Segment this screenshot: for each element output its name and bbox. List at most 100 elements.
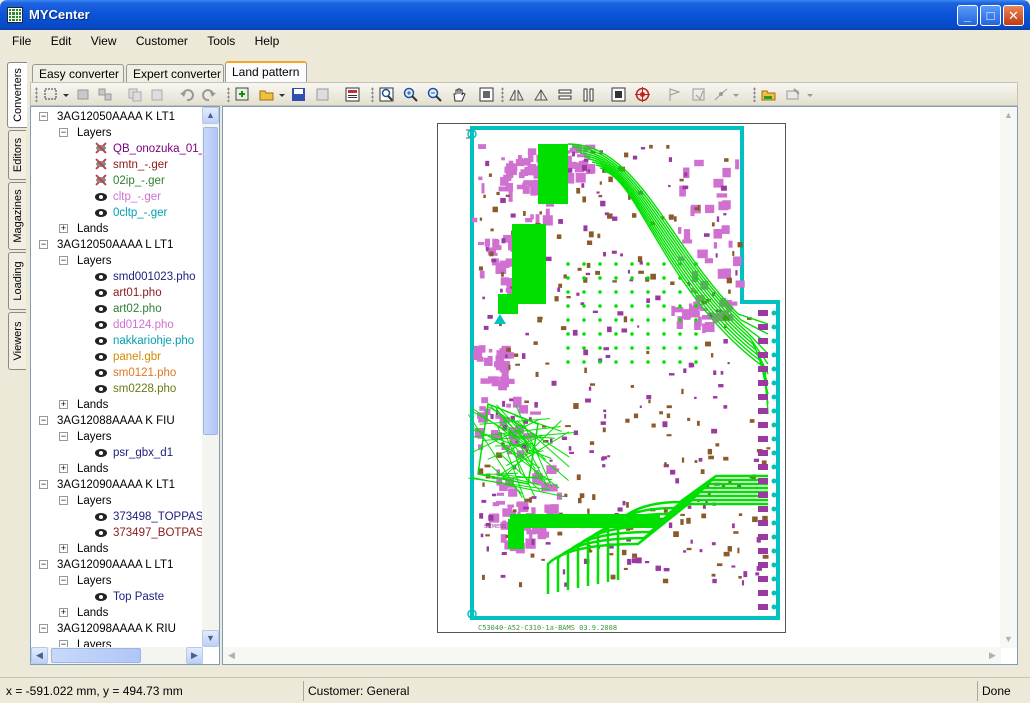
tree-expander-icon[interactable]: + [59,608,68,617]
tree-node-lands[interactable]: + Lands [59,461,108,477]
tree-expander-icon[interactable]: − [39,112,48,121]
zoom-out-icon[interactable] [425,85,445,104]
eye-icon[interactable] [95,337,107,345]
tree-expander-icon[interactable]: − [39,624,48,633]
side-tab-converters[interactable]: Converters [7,62,27,128]
copy-icon[interactable] [125,85,145,104]
mirror-vertical-icon[interactable] [531,85,551,104]
canvas-vertical-scrollbar[interactable]: ▲ ▼ [1000,107,1017,648]
menu-view[interactable]: View [83,30,125,52]
tree-layer-item[interactable]: 373497_BOTPAS [95,525,203,541]
paste-icon[interactable] [147,85,167,104]
side-tab-viewers[interactable]: Viewers [8,312,26,370]
ungroup-icon[interactable] [95,85,115,104]
tree-layer-item[interactable]: sm0228.pho [95,381,176,397]
route-dropdown-icon[interactable] [731,85,739,104]
canvas-horizontal-scrollbar[interactable]: ◀ ▶ [223,647,1001,664]
eye-icon[interactable] [95,529,107,537]
layer-hidden-icon[interactable] [95,174,107,186]
eye-icon[interactable] [95,305,107,313]
tree-layer-item[interactable]: QB_onozuka_01_ [95,141,203,157]
mirror-horizontal-icon[interactable] [507,85,527,104]
tree-node-board[interactable]: −3AG12050AAAA L LT1 [39,237,173,253]
tree-expander-icon[interactable]: + [59,400,68,409]
scroll-down-icon[interactable]: ▼ [202,630,219,647]
tree-node-board[interactable]: −3AG12098AAAA K RIU [39,621,176,637]
canvas-scroll-down-icon[interactable]: ▼ [1000,631,1017,648]
tab-easy-converter[interactable]: Easy converter [32,64,124,82]
layer-tools-icon[interactable] [783,85,803,104]
tree-expander-icon[interactable]: − [39,240,48,249]
eye-icon[interactable] [95,321,107,329]
menu-edit[interactable]: Edit [43,30,80,52]
align-vertical-icon[interactable] [579,85,599,104]
side-tab-editors[interactable]: Editors [8,130,26,180]
eye-icon[interactable] [95,513,107,521]
tree-expander-icon[interactable]: + [59,544,68,553]
tree-layer-item[interactable]: panel.gbr [95,349,161,365]
tree-node-layers[interactable]: − Layers [59,573,112,589]
tree-layer-item[interactable]: psr_gbx_d1 [95,445,173,461]
tree-node-board[interactable]: −3AG12090AAAA K LT1 [39,477,175,493]
route-icon[interactable] [711,85,731,104]
side-tab-magazines[interactable]: Magazines [8,182,26,250]
pan-hand-icon[interactable] [449,85,469,104]
eye-icon[interactable] [95,193,107,201]
pcb-board-view[interactable]: C53040-A52-C310-1a-BAMS 03.9.2008 SIEMENS [437,123,786,633]
tree-horizontal-scrollbar[interactable]: ◀ ▶ [31,647,203,664]
eye-icon[interactable] [95,449,107,457]
tree-vertical-scrollbar[interactable]: ▲ ▼ [202,107,219,647]
eye-icon[interactable] [95,369,107,377]
zoom-in-icon[interactable] [401,85,421,104]
layer-folder-icon[interactable] [759,85,779,104]
tree-node-board[interactable]: −3AG12090AAAA L LT1 [39,557,173,573]
canvas-scroll-right-icon[interactable]: ▶ [984,647,1001,664]
layer-hidden-icon[interactable] [95,142,107,154]
tree-layer-item[interactable]: art01.pho [95,285,162,301]
side-tab-loading[interactable]: Loading [8,252,26,310]
target-icon[interactable] [633,85,653,104]
tree-expander-icon[interactable]: − [59,576,68,585]
tree-layer-item[interactable]: dd0124.pho [95,317,174,333]
tree-expander-icon[interactable]: − [59,640,68,647]
tree-expander-icon[interactable]: + [59,464,68,473]
tree-node-layers[interactable]: − Layers [59,253,112,269]
open-dropdown-icon[interactable] [277,85,285,104]
tree-expander-icon[interactable]: − [59,496,68,505]
align-horizontal-icon[interactable] [555,85,575,104]
tree-layer-item[interactable]: 0cltp_-.ger [95,205,167,221]
tree-expander-icon[interactable]: − [59,128,68,137]
eye-icon[interactable] [95,385,107,393]
tab-land-pattern[interactable]: Land pattern [225,61,307,82]
edit-point-icon[interactable] [689,85,709,104]
tab-expert-converter[interactable]: Expert converter [126,64,224,82]
redo-icon[interactable] [199,85,219,104]
flag-icon[interactable] [665,85,685,104]
select-mode-icon[interactable] [41,85,61,104]
properties-icon[interactable] [343,85,363,104]
canvas-scroll-up-icon[interactable]: ▲ [1000,107,1017,124]
maximize-button[interactable]: □ [980,5,1001,26]
land-pattern-canvas[interactable]: C53040-A52-C310-1a-BAMS 03.9.2008 SIEMENS… [222,106,1018,665]
tree-layer-item[interactable]: art02.pho [95,301,162,317]
layer-hidden-icon[interactable] [95,158,107,170]
export-icon[interactable] [313,85,333,104]
undo-icon[interactable] [177,85,197,104]
eye-icon[interactable] [95,593,107,601]
tree-node-lands[interactable]: + Lands [59,541,108,557]
tree-layer-item[interactable]: nakkariohje.pho [95,333,194,349]
save-icon[interactable] [289,85,309,104]
tree-node-layers[interactable]: − Layers [59,493,112,509]
open-folder-icon[interactable] [257,85,277,104]
tree-node-layers[interactable]: − Layers [59,429,112,445]
tree-hscroll-thumb[interactable] [51,648,141,663]
group-icon[interactable] [73,85,93,104]
eye-icon[interactable] [95,273,107,281]
select-dropdown-icon[interactable] [61,85,69,104]
tree-node-layers[interactable]: − Layers [59,125,112,141]
scroll-up-icon[interactable]: ▲ [202,107,219,124]
tree-expander-icon[interactable]: + [59,224,68,233]
tree-expander-icon[interactable]: − [39,560,48,569]
import-icon[interactable] [233,85,253,104]
tree-layer-item[interactable]: cltp_-.ger [95,189,161,205]
